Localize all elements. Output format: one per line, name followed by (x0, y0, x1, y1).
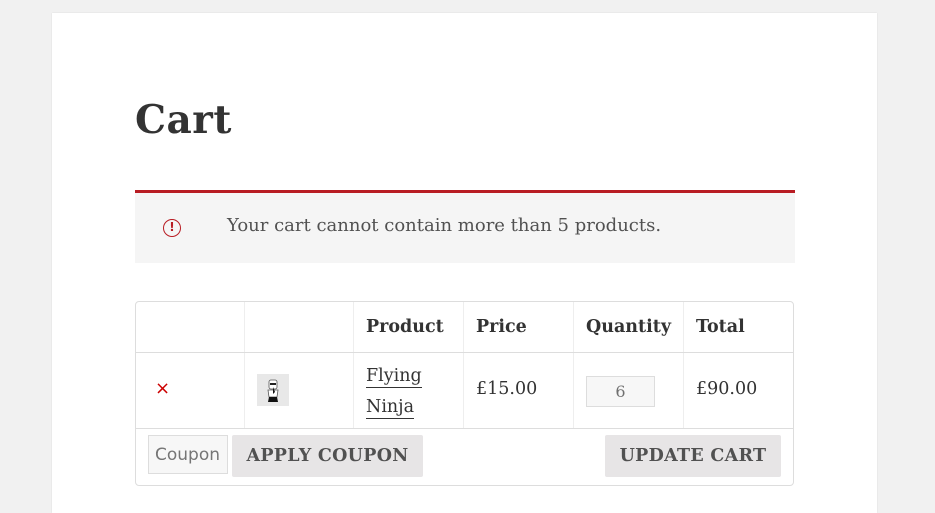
total-cell: £90.00 (684, 353, 793, 428)
error-icon: ! (163, 219, 181, 237)
product-price: £15.00 (476, 379, 538, 399)
thumbnail-cell (245, 353, 354, 428)
page-content: Cart ! Your cart cannot contain more tha… (52, 13, 877, 513)
cart-table: Product Price Quantity Total × Flying Ni… (135, 301, 794, 486)
price-cell: £15.00 (464, 353, 574, 428)
product-name: Flying Ninja (366, 366, 422, 419)
table-header-row: Product Price Quantity Total (136, 302, 793, 353)
column-header-price: Price (464, 302, 574, 352)
quantity-input[interactable] (586, 376, 655, 407)
column-header-quantity: Quantity (574, 302, 684, 352)
remove-item-icon[interactable]: × (155, 377, 170, 401)
remove-cell: × (136, 353, 245, 428)
column-header-total: Total (696, 317, 745, 337)
product-thumbnail[interactable] (257, 374, 289, 406)
apply-coupon-button[interactable]: APPLY COUPON (232, 435, 423, 477)
line-total: £90.00 (696, 379, 758, 399)
product-name-link[interactable]: Flying Ninja (366, 361, 446, 423)
column-header-remove (136, 302, 245, 352)
coupon-code-input[interactable] (148, 435, 228, 474)
ninja-figure-icon (267, 379, 279, 402)
table-row: × Flying Ninja £15.00 6 £90.00 (136, 353, 793, 429)
update-cart-button[interactable]: UPDATE CART (605, 435, 781, 477)
cart-actions-row: APPLY COUPON UPDATE CART (136, 429, 793, 485)
notice-message: Your cart cannot contain more than 5 pro… (227, 215, 662, 236)
column-header-product: Product (354, 302, 464, 352)
quantity-cell (574, 353, 684, 428)
error-notice: ! Your cart cannot contain more than 5 p… (135, 190, 795, 263)
page-title: Cart (135, 97, 232, 143)
product-cell: Flying Ninja (354, 353, 464, 428)
column-header-thumbnail (245, 302, 354, 352)
